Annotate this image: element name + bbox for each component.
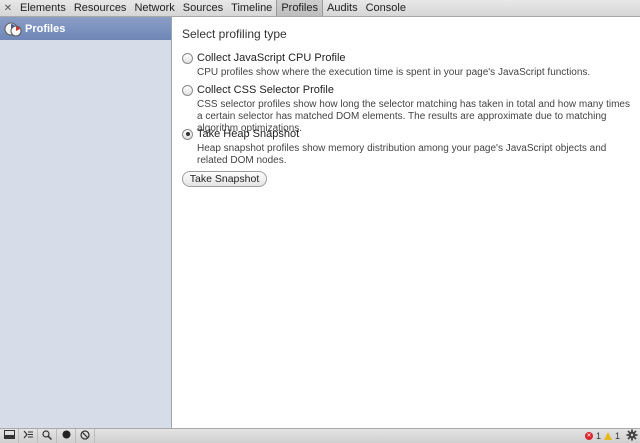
heap-snapshot-label: Take Heap Snapshot [197, 128, 300, 140]
dock-icon [3, 430, 15, 442]
option-heap-snapshot[interactable]: Take Heap Snapshot [182, 128, 299, 140]
dock-button[interactable] [0, 429, 19, 443]
cpu-profile-description: CPU profiles show where the execution ti… [197, 67, 591, 78]
take-snapshot-button[interactable]: Take Snapshot [182, 171, 267, 187]
search-button[interactable] [38, 429, 57, 443]
close-icon: ✕ [3, 2, 13, 14]
cpu-profile-label: Collect JavaScript CPU Profile [197, 52, 346, 64]
tab-bar: ✕ Elements Resources Network Sources Tim… [0, 0, 640, 17]
close-devtools-button[interactable]: ✕ [0, 0, 16, 16]
css-selector-profile-radio[interactable] [182, 84, 193, 96]
tab-audits[interactable]: Audits [323, 0, 362, 16]
heap-snapshot-radio[interactable] [182, 128, 193, 140]
error-icon: ✕ [584, 432, 593, 440]
cpu-profile-radio[interactable] [182, 52, 193, 64]
status-bar: ✕ 1 1 [0, 428, 640, 443]
sidebar-item-profiles[interactable]: Profiles [0, 17, 171, 40]
warning-icon [603, 432, 612, 440]
option-cpu-profile[interactable]: Collect JavaScript CPU Profile [182, 52, 346, 64]
clear-button[interactable] [76, 429, 95, 443]
error-count[interactable]: 1 [596, 431, 601, 441]
warning-count[interactable]: 1 [615, 431, 620, 441]
sidebar-item-label: Profiles [25, 22, 66, 35]
profiles-sidebar: Profiles [0, 17, 172, 428]
profiles-icon [4, 20, 22, 38]
record-button[interactable] [57, 429, 76, 443]
tab-elements[interactable]: Elements [16, 0, 70, 16]
heap-snapshot-description: Heap snapshot profiles show memory distr… [197, 143, 607, 166]
option-css-selector-profile[interactable]: Collect CSS Selector Profile [182, 84, 334, 96]
tab-console[interactable]: Console [362, 0, 410, 16]
status-counts: ✕ 1 1 [584, 429, 640, 443]
tab-network[interactable]: Network [130, 0, 178, 16]
tab-profiles[interactable]: Profiles [276, 0, 323, 16]
console-drawer-button[interactable] [19, 429, 38, 443]
page-title: Select profiling type [182, 27, 287, 41]
profile-type-panel: Select profiling type Collect JavaScript… [173, 17, 640, 428]
css-selector-profile-label: Collect CSS Selector Profile [197, 84, 334, 96]
clear-icon [80, 429, 90, 443]
gear-icon [626, 429, 638, 443]
console-drawer-icon [23, 430, 34, 442]
record-icon [62, 430, 71, 442]
tab-resources[interactable]: Resources [70, 0, 131, 16]
search-icon [42, 429, 53, 443]
settings-button[interactable] [626, 429, 638, 443]
tab-timeline[interactable]: Timeline [227, 0, 276, 16]
tab-sources[interactable]: Sources [179, 0, 227, 16]
